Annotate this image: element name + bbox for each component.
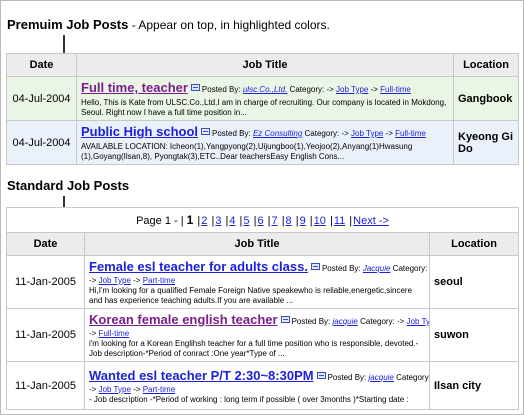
table-row: 11-Jan-2005 Female esl teacher for adult… — [6, 255, 520, 309]
job-cell: Public High school Posted By: Ez Consulti… — [76, 120, 454, 165]
job-cell: Full time, teacher Posted By: ulsc.Co.,Lt… — [76, 76, 454, 121]
job-location: seoul — [428, 255, 520, 309]
pin-icon — [190, 84, 200, 92]
category-arrow: -> — [385, 129, 393, 138]
poster-link[interactable]: Ez Consulting — [253, 129, 302, 138]
category-arrow: -> — [397, 317, 405, 326]
job-type-link[interactable]: Job Type — [99, 276, 131, 285]
job-category-link[interactable]: Part-time — [143, 276, 175, 285]
job-title-link[interactable]: Public High school — [81, 124, 198, 139]
category-arrow: -> — [370, 85, 378, 94]
pin-icon — [201, 128, 211, 136]
job-description: - Job description -*Period of working : … — [89, 394, 409, 404]
column-header-location: Location — [453, 53, 519, 77]
next-page-link[interactable]: Next -> — [353, 215, 389, 227]
job-title-link[interactable]: Female esl teacher for adults class. — [89, 259, 308, 274]
job-type-link[interactable]: Job Type — [336, 85, 368, 94]
category-arrow: -> — [89, 384, 97, 394]
column-header-date: Date — [6, 53, 77, 77]
poster-link[interactable]: ulsc.Co.,Ltd. — [243, 85, 287, 94]
job-type-link[interactable]: Job Type — [99, 385, 131, 394]
poster-link[interactable]: Jacquie — [363, 264, 391, 273]
job-date: 11-Jan-2005 — [6, 255, 85, 309]
job-title-link[interactable]: Full time, teacher — [81, 80, 188, 95]
job-description: AVAILABLE LOCATION: Icheon(1),Yangpyong(… — [81, 142, 413, 161]
job-description: Hi,I'm looking for a qualified Female Fo… — [89, 286, 413, 305]
table-row: 11-Jan-2005 Wanted esl teacher P/T 2:30~… — [6, 361, 520, 410]
job-location: Gangbook — [453, 76, 519, 121]
job-location: Ilsan city — [428, 361, 520, 410]
premium-heading-note: - Appear on top, in highlighted colors. — [128, 18, 330, 32]
page-link[interactable]: 11 — [334, 215, 345, 227]
category-label: Category: -> — [289, 85, 334, 94]
category-arrow: -> — [89, 276, 97, 285]
pagination-prefix: Page 1 - | — [136, 215, 184, 227]
job-date: 04-Jul-2004 — [6, 76, 77, 121]
page-link[interactable]: 5 — [243, 215, 249, 227]
premium-heading-title: Premuim Job Posts — [7, 17, 129, 32]
posted-by-label: Posted By: — [212, 129, 251, 138]
table-row: 04-Jul-2004 Public High school Posted By:… — [6, 120, 519, 165]
page-link[interactable]: 8 — [286, 215, 292, 227]
page-link[interactable]: 4 — [229, 215, 235, 227]
posted-by-label: Posted By: — [327, 372, 367, 382]
page-link[interactable]: 3 — [215, 215, 221, 227]
posted-by-label: Posted By: — [201, 85, 241, 94]
current-page: 1 — [186, 213, 194, 227]
job-date: 11-Jan-2005 — [6, 308, 85, 362]
page-link[interactable]: 7 — [272, 215, 278, 227]
page-link[interactable]: 10 — [314, 215, 326, 227]
table-row: 04-Jul-2004 Full time, teacher Posted By:… — [6, 76, 519, 121]
standard-jobs-table: Page 1 - | 1 |2 |3 |4 |5 |6 |7 |8 |9 |10… — [5, 207, 520, 410]
column-header-job-title: Job Title — [76, 53, 454, 77]
page-link[interactable]: 9 — [300, 215, 306, 227]
job-location: Kyeong Gi Do — [453, 120, 519, 165]
pin-icon — [310, 263, 320, 271]
category-arrow: -> — [133, 276, 141, 285]
category-label: Category: — [392, 264, 428, 273]
column-header-job-title: Job Title — [84, 232, 430, 256]
standard-heading-title: Standard Job Posts — [7, 178, 130, 193]
premium-jobs-table: Date Job Title Location 04-Jul-2004 Full… — [6, 53, 519, 165]
poster-link[interactable]: jacquie — [333, 317, 358, 326]
job-cell: Female esl teacher for adults class. Post… — [84, 255, 430, 309]
table-row: 11-Jan-2005 Korean female english teache… — [6, 308, 520, 362]
column-header-date: Date — [6, 232, 85, 256]
premium-heading: Premuim Job Posts - Appear on top, in hi… — [7, 17, 330, 32]
posted-by-label: Posted By: — [321, 264, 361, 273]
job-category-link[interactable]: Full-time — [380, 85, 411, 94]
pin-icon — [280, 316, 290, 324]
standard-heading: Standard Job Posts — [7, 178, 129, 193]
page-link[interactable]: 2 — [201, 215, 207, 227]
job-category-link[interactable]: Part-time — [143, 385, 175, 394]
category-label: Category: — [396, 372, 430, 382]
posted-by-label: Posted By: — [291, 317, 331, 326]
job-cell: Wanted esl teacher P/T 2:30~8:30PM Posted… — [84, 361, 430, 410]
pagination-row: Page 1 - | 1 |2 |3 |4 |5 |6 |7 |8 |9 |10… — [5, 207, 520, 233]
poster-link[interactable]: jacquie — [369, 373, 394, 382]
standard-header-row: Date Job Title Location — [6, 232, 520, 256]
premium-header-row: Date Job Title Location — [6, 53, 519, 77]
job-type-link[interactable]: Job Type — [407, 317, 429, 326]
job-date: 11-Jan-2005 — [6, 361, 85, 410]
job-title-link[interactable]: Korean female english teacher — [89, 312, 278, 327]
job-type-link[interactable]: Job Type — [351, 129, 383, 138]
job-description: i'm looking for a Korean Englihsh teache… — [89, 339, 419, 358]
job-title-link[interactable]: Wanted esl teacher P/T 2:30~8:30PM — [89, 368, 314, 383]
category-arrow: -> — [89, 329, 97, 338]
category-label: Category: — [360, 317, 395, 326]
job-category-link[interactable]: Full-time — [395, 129, 426, 138]
category-arrow: -> — [133, 384, 141, 394]
job-date: 04-Jul-2004 — [6, 120, 77, 165]
job-category-link[interactable]: Full-time — [99, 329, 130, 338]
job-description: Hello, This is Kate from ULSC.Co.,Ltd.I … — [81, 98, 447, 117]
pin-icon — [316, 371, 326, 379]
column-header-location: Location — [428, 232, 520, 256]
job-location: suwon — [428, 308, 520, 362]
category-label: Category: -> — [304, 129, 349, 138]
page-link[interactable]: 6 — [257, 215, 263, 227]
job-cell: Korean female english teacher Posted By: … — [84, 308, 430, 362]
pagination: Page 1 - | 1 |2 |3 |4 |5 |6 |7 |8 |9 |10… — [5, 207, 520, 233]
